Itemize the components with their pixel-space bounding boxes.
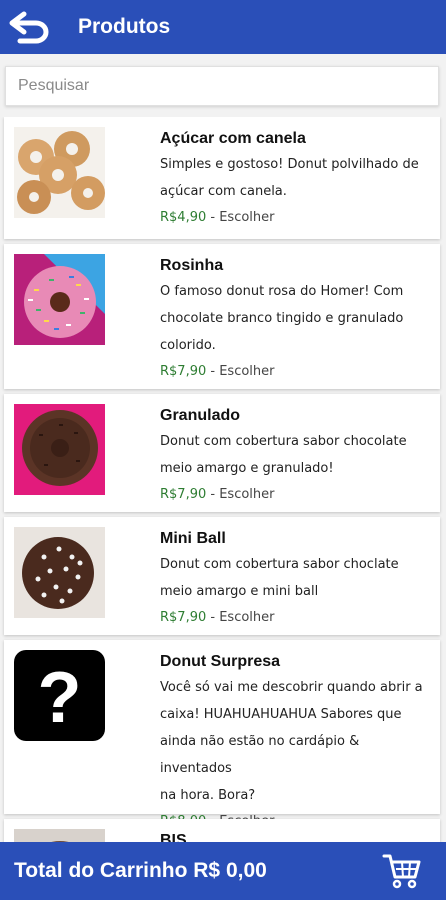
product-name: Açúcar com canela: [160, 130, 306, 147]
product-info: Açúcar com canela Simples e gostoso! Don…: [160, 127, 430, 231]
product-image: ?: [14, 650, 105, 741]
product-info: Granulado Donut com cobertura sabor choc…: [160, 404, 430, 508]
cart-total: Total do Carrinho R$ 0,00: [14, 859, 267, 882]
product-price: R$7,90 - Escolher: [160, 364, 275, 379]
search-box: [5, 66, 439, 106]
product-card[interactable]: Açúcar com canela Simples e gostoso! Don…: [4, 117, 440, 239]
product-name: Granulado: [160, 407, 241, 424]
back-button[interactable]: [0, 0, 60, 54]
back-arrow-icon: [9, 11, 49, 44]
product-image: [14, 404, 105, 495]
product-info: Mini Ball Donut com cobertura sabor choc…: [160, 527, 430, 631]
product-price: R$7,90 - Escolher: [160, 487, 275, 502]
product-price: R$4,90 - Escolher: [160, 210, 275, 225]
product-price: R$7,90 - Escolher: [160, 610, 275, 625]
product-card[interactable]: Mini Ball Donut com cobertura sabor choc…: [4, 517, 440, 635]
product-description: Você só vai me descobrir quando abrir a …: [160, 680, 423, 803]
product-description: Donut com cobertura sabor chocolate meio…: [160, 434, 407, 476]
product-info: BIS: [160, 829, 430, 842]
product-info: Donut Surpresa Você só vai me descobrir …: [160, 650, 430, 835]
product-name: Mini Ball: [160, 530, 226, 547]
cart-bar: Total do Carrinho R$ 0,00: [0, 842, 446, 900]
product-image: [14, 527, 105, 618]
product-image: [14, 254, 105, 345]
product-card[interactable]: Rosinha O famoso donut rosa do Homer! Co…: [4, 244, 440, 389]
product-card[interactable]: Granulado Donut com cobertura sabor choc…: [4, 394, 440, 512]
product-name: Donut Surpresa: [160, 653, 281, 670]
product-description: Donut com cobertura sabor choclate meio …: [160, 557, 399, 599]
product-description: O famoso donut rosa do Homer! Com chocol…: [160, 284, 404, 353]
page-title: Produtos: [78, 15, 171, 38]
product-card[interactable]: ? Donut Surpresa Você só vai me descobri…: [4, 640, 440, 829]
shopping-cart-icon[interactable]: [382, 851, 422, 891]
product-list[interactable]: Açúcar com canela Simples e gostoso! Don…: [0, 117, 446, 842]
app-bar: Produtos: [0, 0, 446, 54]
product-info: Rosinha O famoso donut rosa do Homer! Co…: [160, 254, 430, 385]
svg-text:?: ?: [38, 658, 82, 738]
product-name: BIS: [160, 832, 187, 842]
product-description: Simples e gostoso! Donut polvilhado de a…: [160, 157, 419, 199]
product-card[interactable]: BIS: [4, 819, 440, 842]
product-name: Rosinha: [160, 257, 224, 274]
product-image: [14, 127, 105, 218]
product-image: [14, 829, 105, 842]
search-input[interactable]: [6, 67, 438, 105]
